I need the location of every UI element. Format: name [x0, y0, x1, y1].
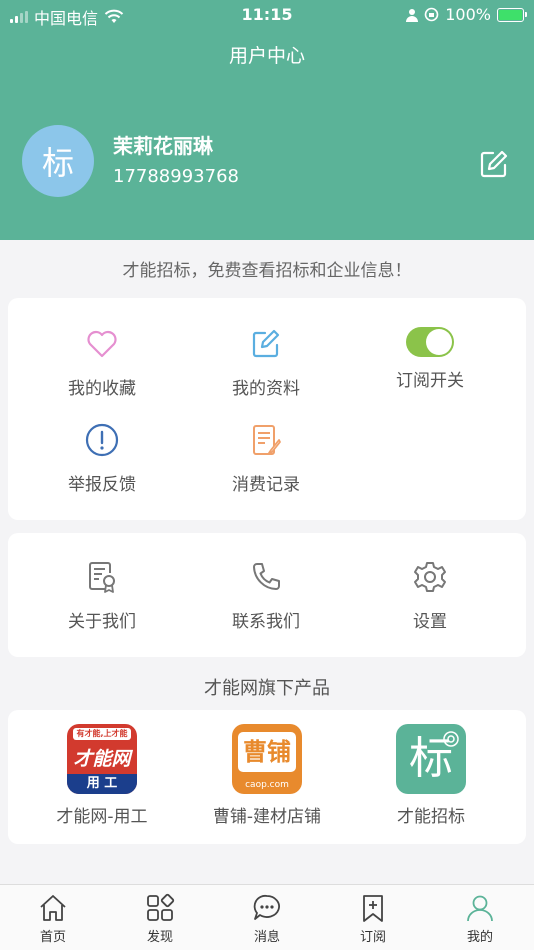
subscribe-toggle[interactable]: [405, 326, 455, 358]
target-icon: [443, 731, 459, 747]
user-icon: [467, 895, 493, 922]
tab-messages[interactable]: 消息: [227, 893, 307, 945]
products-section-title: 才能网旗下产品: [204, 678, 330, 699]
menu-item-subscribe-toggle: 订阅开关: [350, 326, 510, 391]
product-cainengwang[interactable]: 有才能,上才能网 才能网 用 工 才能网-用工: [17, 724, 187, 827]
receipt-icon: [253, 425, 281, 455]
rotation-lock-icon: [424, 7, 439, 22]
phone-icon: [253, 563, 280, 590]
product-label: 才能网-用工: [56, 807, 148, 827]
menu-item-label: 关于我们: [68, 612, 136, 632]
cainengzhaobiao-logo: 标: [396, 724, 466, 794]
menu-item-label: 设置: [413, 612, 447, 632]
alert-icon: [85, 423, 119, 457]
edit-profile-icon[interactable]: [478, 148, 510, 180]
menu-item-report[interactable]: 举报反馈: [22, 422, 182, 495]
menu-card: 我的收藏 我的资料 订阅开关 举报反馈 消费记录: [8, 298, 526, 520]
battery-percent: 100%: [445, 5, 491, 24]
cainengwang-logo: 有才能,上才能网 才能网 用 工: [67, 724, 137, 794]
page-title: 用户中心: [228, 45, 305, 67]
home-icon: [40, 895, 66, 921]
menu-item-settings[interactable]: 设置: [350, 559, 510, 632]
phone-number: 17788993768: [113, 166, 239, 187]
heart-icon: [87, 330, 117, 358]
tab-subscribe[interactable]: 订阅: [333, 893, 413, 945]
gear-icon: [414, 562, 446, 592]
chat-icon: [253, 894, 280, 920]
menu-item-about[interactable]: 关于我们: [22, 559, 182, 632]
menu-item-contact[interactable]: 联系我们: [186, 559, 346, 632]
discover-icon: [147, 893, 175, 921]
battery-icon: [497, 7, 527, 22]
tab-discover[interactable]: 发现: [120, 893, 200, 945]
menu-item-profile[interactable]: 我的资料: [186, 326, 346, 399]
edit-document-icon: [252, 329, 280, 358]
menu-item-label: 消费记录: [232, 475, 300, 495]
product-caopu[interactable]: 曹铺 caop.com 曹铺-建材店铺: [182, 724, 352, 827]
products-card: 有才能,上才能网 才能网 用 工 才能网-用工 曹铺 caop.com 曹铺-建…: [8, 710, 526, 844]
menu-item-label: 举报反馈: [68, 475, 136, 495]
caopu-logo: 曹铺 caop.com: [232, 724, 302, 794]
certificate-icon: [89, 562, 115, 593]
menu-item-label: 我的资料: [232, 379, 300, 399]
bookmark-add-icon: [363, 895, 383, 922]
menu-item-label: 联系我们: [232, 612, 300, 632]
menu-item-consumption[interactable]: 消费记录: [186, 422, 346, 495]
status-bar: 中国电信 11:15 100%: [0, 0, 534, 30]
tab-mine[interactable]: 我的: [440, 893, 520, 945]
tagline: 才能招标，免费查看招标和企业信息！: [122, 261, 412, 281]
username: 茉莉花丽琳: [113, 134, 213, 158]
product-label: 才能招标: [397, 807, 465, 827]
tab-label: 发现: [146, 930, 173, 945]
profile-header: 中国电信 11:15 100% 用户中心 标 茉莉花丽琳 17788993768: [0, 0, 534, 240]
info-card: 关于我们 联系我们 设置: [8, 533, 526, 657]
tab-bar: 首页 发现 消息 订阅 我的: [0, 884, 534, 950]
person-icon: [406, 8, 419, 22]
tab-label: 首页: [39, 930, 66, 945]
product-cainengzhaobiao[interactable]: 标 才能招标: [346, 724, 516, 827]
menu-item-favorites[interactable]: 我的收藏: [22, 326, 182, 399]
avatar[interactable]: 标: [22, 125, 94, 197]
menu-item-label: 订阅开关: [396, 371, 464, 391]
tab-label: 我的: [466, 930, 493, 945]
product-label: 曹铺-建材店铺: [212, 807, 322, 827]
tab-home[interactable]: 首页: [13, 893, 93, 945]
menu-item-label: 我的收藏: [68, 379, 136, 399]
tab-label: 订阅: [359, 930, 386, 945]
tab-label: 消息: [253, 930, 280, 945]
